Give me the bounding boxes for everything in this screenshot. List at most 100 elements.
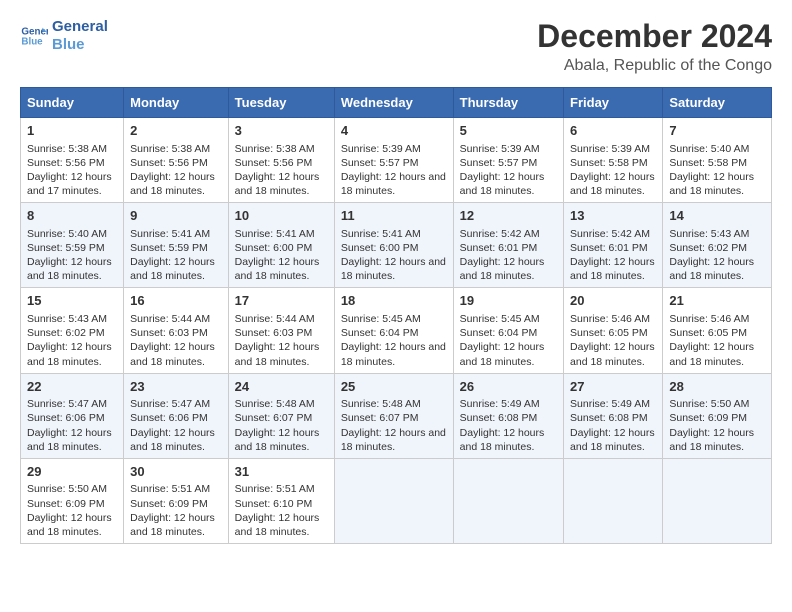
day-cell: 15Sunrise: 5:43 AMSunset: 6:02 PMDayligh… — [21, 288, 124, 373]
day-cell: 31Sunrise: 5:51 AMSunset: 6:10 PMDayligh… — [228, 458, 334, 543]
day-cell — [453, 458, 563, 543]
day-number: 12 — [460, 207, 557, 225]
day-number: 27 — [570, 378, 656, 396]
sunrise-text: Sunrise: 5:51 AM — [130, 483, 210, 495]
day-number: 20 — [570, 292, 656, 310]
day-number: 1 — [27, 122, 117, 140]
day-cell: 28Sunrise: 5:50 AMSunset: 6:09 PMDayligh… — [663, 373, 772, 458]
sunset-text: Sunset: 5:59 PM — [27, 242, 105, 254]
sunset-text: Sunset: 6:01 PM — [570, 242, 648, 254]
daylight-text: Daylight: 12 hours and 18 minutes. — [570, 427, 655, 453]
daylight-text: Daylight: 12 hours and 18 minutes. — [460, 256, 545, 282]
day-cell: 10Sunrise: 5:41 AMSunset: 6:00 PMDayligh… — [228, 203, 334, 288]
daylight-text: Daylight: 12 hours and 18 minutes. — [235, 427, 320, 453]
day-cell: 12Sunrise: 5:42 AMSunset: 6:01 PMDayligh… — [453, 203, 563, 288]
sunrise-text: Sunrise: 5:45 AM — [341, 313, 421, 325]
day-cell: 16Sunrise: 5:44 AMSunset: 6:03 PMDayligh… — [124, 288, 229, 373]
sunset-text: Sunset: 6:10 PM — [235, 498, 313, 510]
sunrise-text: Sunrise: 5:49 AM — [460, 398, 540, 410]
day-number: 24 — [235, 378, 328, 396]
daylight-text: Daylight: 12 hours and 18 minutes. — [27, 512, 112, 538]
logo-icon: General Blue — [20, 22, 48, 50]
svg-text:Blue: Blue — [21, 36, 43, 47]
day-number: 25 — [341, 378, 447, 396]
sunrise-text: Sunrise: 5:40 AM — [27, 228, 107, 240]
daylight-text: Daylight: 12 hours and 18 minutes. — [570, 256, 655, 282]
sunrise-text: Sunrise: 5:46 AM — [570, 313, 650, 325]
day-number: 19 — [460, 292, 557, 310]
day-cell: 17Sunrise: 5:44 AMSunset: 6:03 PMDayligh… — [228, 288, 334, 373]
sunset-text: Sunset: 6:06 PM — [27, 412, 105, 424]
day-cell: 4Sunrise: 5:39 AMSunset: 5:57 PMDaylight… — [334, 118, 453, 203]
sunrise-text: Sunrise: 5:38 AM — [130, 143, 210, 155]
daylight-text: Daylight: 12 hours and 18 minutes. — [460, 427, 545, 453]
day-cell: 9Sunrise: 5:41 AMSunset: 5:59 PMDaylight… — [124, 203, 229, 288]
day-cell: 5Sunrise: 5:39 AMSunset: 5:57 PMDaylight… — [453, 118, 563, 203]
col-header-sunday: Sunday — [21, 88, 124, 118]
col-header-saturday: Saturday — [663, 88, 772, 118]
sunrise-text: Sunrise: 5:38 AM — [235, 143, 315, 155]
daylight-text: Daylight: 12 hours and 18 minutes. — [27, 256, 112, 282]
day-cell: 21Sunrise: 5:46 AMSunset: 6:05 PMDayligh… — [663, 288, 772, 373]
logo-text-general: General — [52, 18, 108, 36]
sunset-text: Sunset: 6:04 PM — [341, 327, 419, 339]
daylight-text: Daylight: 12 hours and 18 minutes. — [669, 427, 754, 453]
sunset-text: Sunset: 6:07 PM — [235, 412, 313, 424]
daylight-text: Daylight: 12 hours and 18 minutes. — [669, 256, 754, 282]
sunrise-text: Sunrise: 5:38 AM — [27, 143, 107, 155]
sunset-text: Sunset: 5:59 PM — [130, 242, 208, 254]
sunset-text: Sunset: 5:56 PM — [235, 157, 313, 169]
week-row-1: 1 Sunrise: 5:38 AM Sunset: 5:56 PM Daylight… — [21, 118, 772, 203]
sunset-text: Sunset: 6:03 PM — [130, 327, 208, 339]
day-number: 14 — [669, 207, 765, 225]
col-header-wednesday: Wednesday — [334, 88, 453, 118]
daylight-text: Daylight: 12 hours and 17 minutes. — [27, 171, 112, 197]
day-number: 31 — [235, 463, 328, 481]
sunrise-text: Sunrise: 5:44 AM — [130, 313, 210, 325]
day-number: 28 — [669, 378, 765, 396]
day-cell: 22Sunrise: 5:47 AMSunset: 6:06 PMDayligh… — [21, 373, 124, 458]
sunrise-text: Sunrise: 5:40 AM — [669, 143, 749, 155]
daylight-text: Daylight: 12 hours and 18 minutes. — [341, 256, 446, 282]
header: General Blue General Blue December 2024 … — [20, 18, 772, 75]
day-number: 18 — [341, 292, 447, 310]
daylight-text: Daylight: 12 hours and 18 minutes. — [130, 512, 215, 538]
daylight-text: Daylight: 12 hours and 18 minutes. — [235, 512, 320, 538]
sunrise-text: Sunrise: 5:47 AM — [27, 398, 107, 410]
title-block: December 2024 Abala, Republic of the Con… — [537, 18, 772, 75]
daylight-text: Daylight: 12 hours and 18 minutes. — [341, 171, 446, 197]
day-cell — [663, 458, 772, 543]
sunrise-text: Sunrise: 5:50 AM — [27, 483, 107, 495]
day-cell — [564, 458, 663, 543]
sunset-text: Sunset: 6:05 PM — [669, 327, 747, 339]
sunrise-text: Sunrise: 5:41 AM — [235, 228, 315, 240]
sunrise-text: Sunrise: 5:48 AM — [341, 398, 421, 410]
day-cell: 26Sunrise: 5:49 AMSunset: 6:08 PMDayligh… — [453, 373, 563, 458]
sunset-text: Sunset: 6:02 PM — [27, 327, 105, 339]
col-header-monday: Monday — [124, 88, 229, 118]
day-cell: 13Sunrise: 5:42 AMSunset: 6:01 PMDayligh… — [564, 203, 663, 288]
daylight-text: Daylight: 12 hours and 18 minutes. — [235, 341, 320, 367]
sunset-text: Sunset: 6:09 PM — [27, 498, 105, 510]
sunrise-text: Sunrise: 5:50 AM — [669, 398, 749, 410]
sunset-text: Sunset: 5:56 PM — [130, 157, 208, 169]
week-row-5: 29Sunrise: 5:50 AMSunset: 6:09 PMDayligh… — [21, 458, 772, 543]
daylight-text: Daylight: 12 hours and 18 minutes. — [130, 256, 215, 282]
daylight-text: Daylight: 12 hours and 18 minutes. — [669, 171, 754, 197]
daylight-text: Daylight: 12 hours and 18 minutes. — [27, 341, 112, 367]
day-number: 26 — [460, 378, 557, 396]
sunrise-text: Sunrise: 5:44 AM — [235, 313, 315, 325]
sunrise-text: Sunrise: 5:49 AM — [570, 398, 650, 410]
day-number: 4 — [341, 122, 447, 140]
sunset-text: Sunset: 6:00 PM — [341, 242, 419, 254]
sunset-text: Sunset: 6:06 PM — [130, 412, 208, 424]
day-number: 6 — [570, 122, 656, 140]
sunrise-text: Sunrise: 5:41 AM — [341, 228, 421, 240]
week-row-4: 22Sunrise: 5:47 AMSunset: 6:06 PMDayligh… — [21, 373, 772, 458]
header-row: SundayMondayTuesdayWednesdayThursdayFrid… — [21, 88, 772, 118]
sunrise-text: Sunrise: 5:39 AM — [341, 143, 421, 155]
daylight-text: Daylight: 12 hours and 18 minutes. — [27, 427, 112, 453]
sunrise-text: Sunrise: 5:39 AM — [570, 143, 650, 155]
col-header-tuesday: Tuesday — [228, 88, 334, 118]
sunset-text: Sunset: 5:58 PM — [570, 157, 648, 169]
